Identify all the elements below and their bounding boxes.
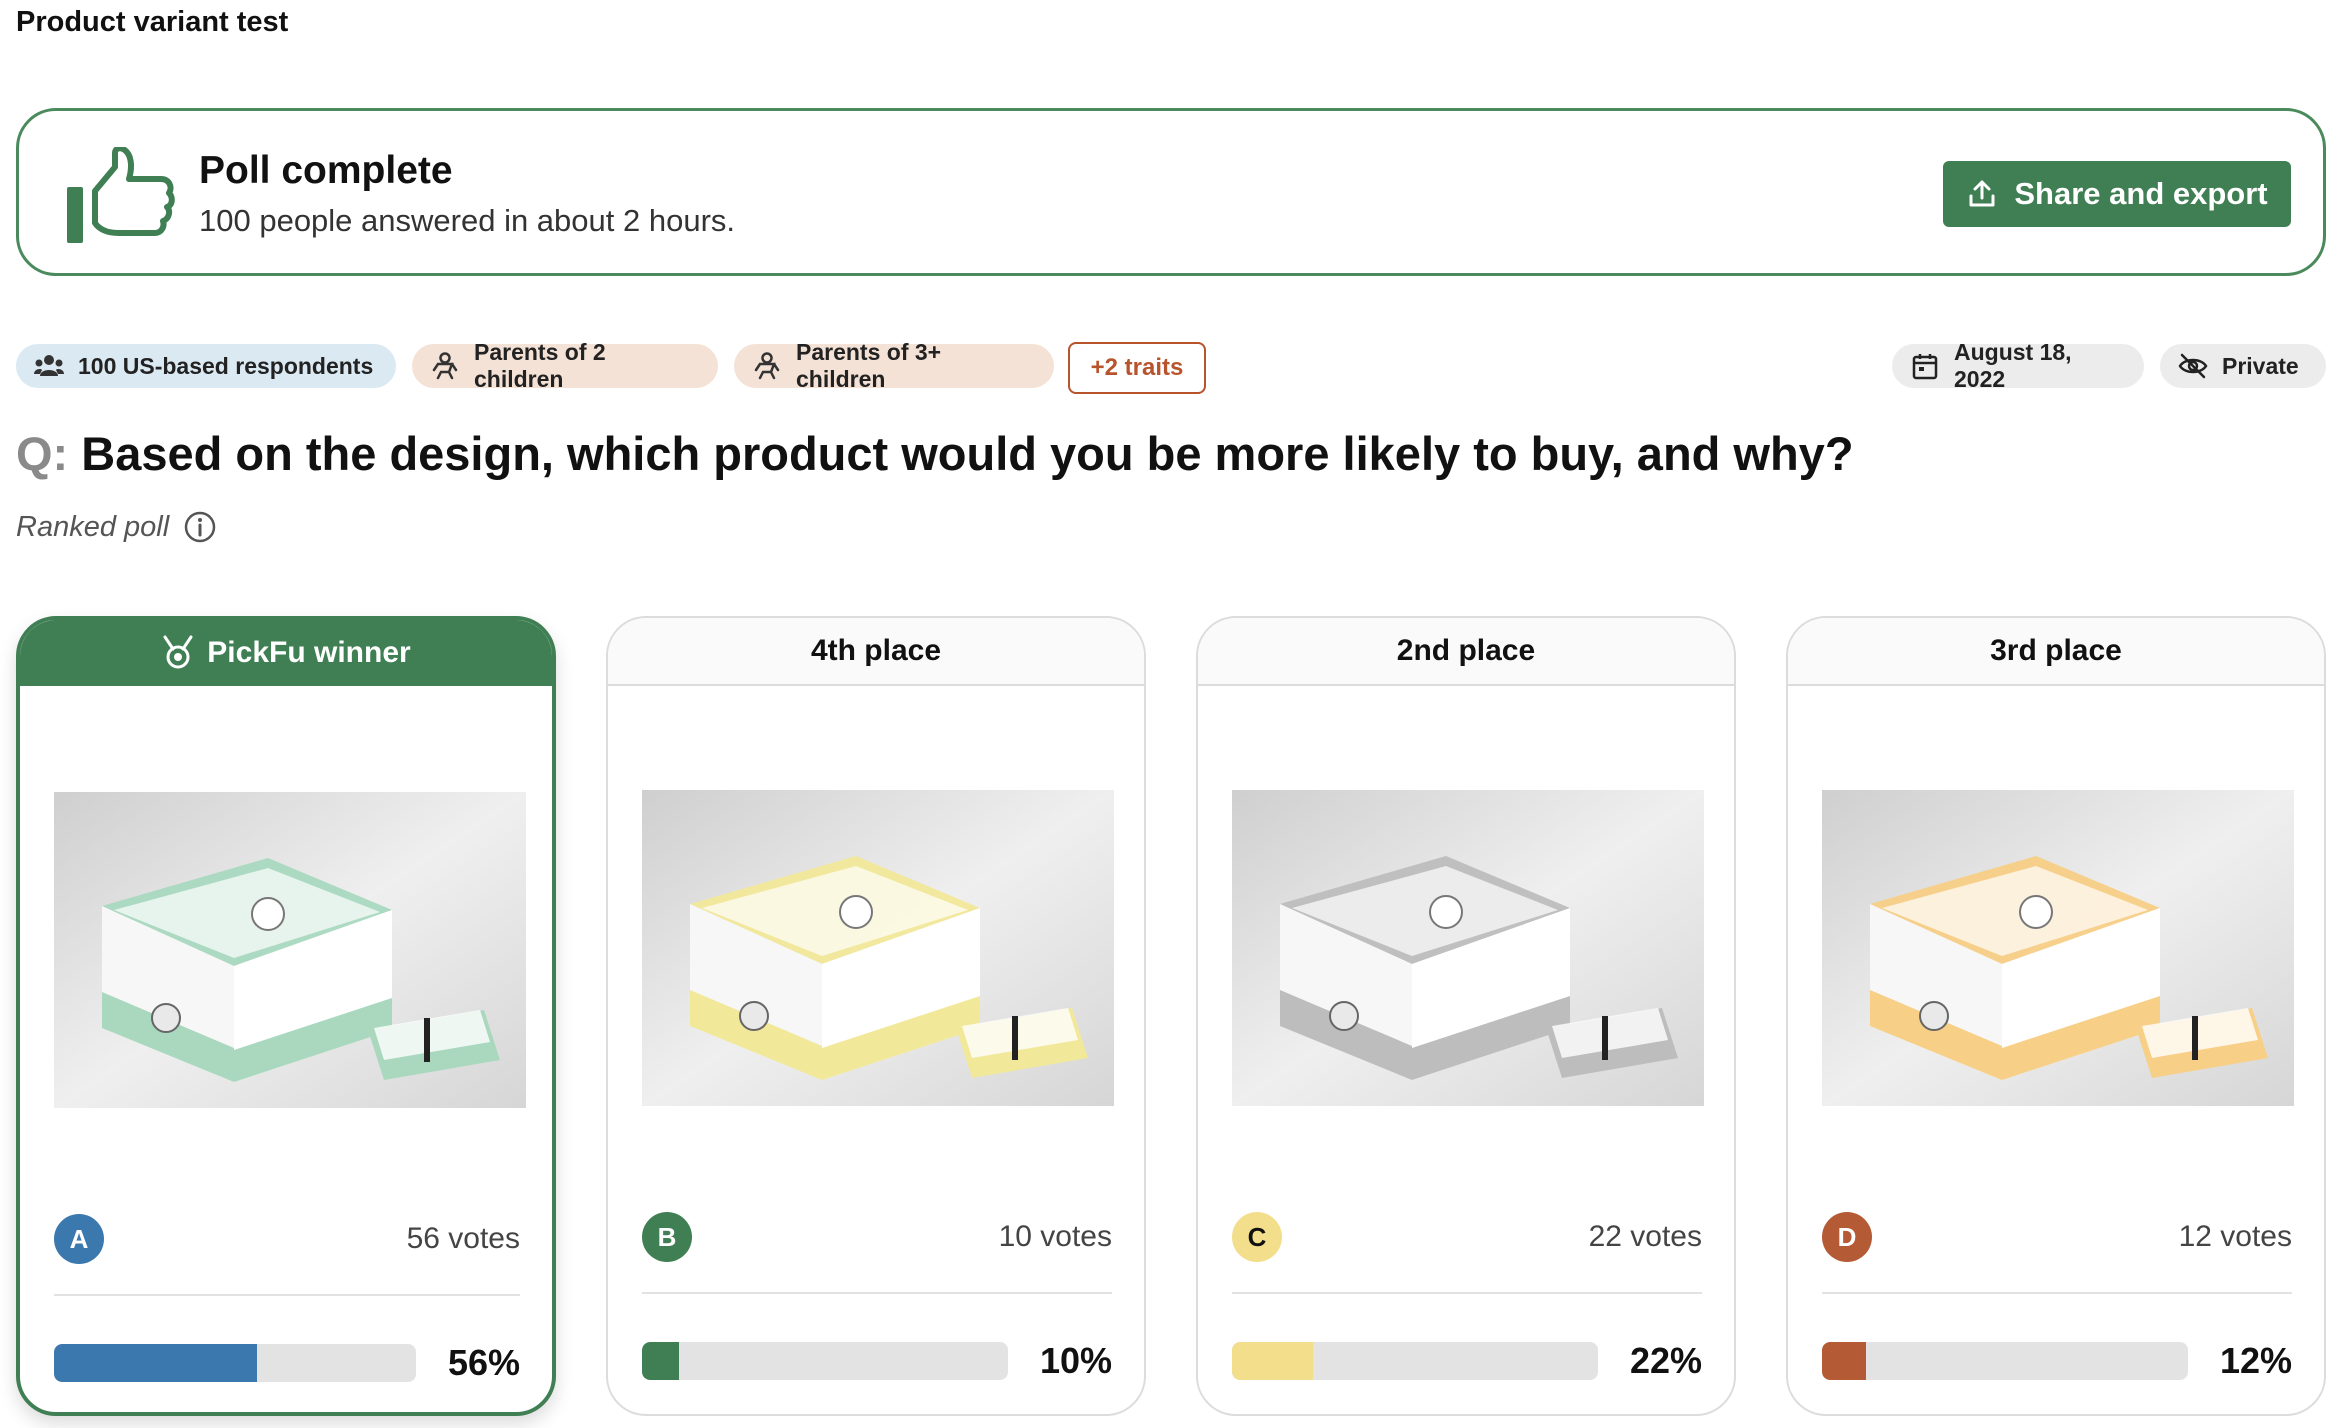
option-meta-row: C 22 votes	[1232, 1212, 1702, 1262]
vote-count: 10 votes	[998, 1220, 1112, 1253]
option-meta-row: B 10 votes	[642, 1212, 1112, 1262]
respondents-chip[interactable]: 100 US-based respondents	[16, 344, 396, 388]
banner-subtitle: 100 people answered in about 2 hours.	[199, 203, 736, 238]
info-icon[interactable]	[183, 510, 217, 544]
place-label: 3rd place	[1990, 634, 2122, 667]
vote-count: 22 votes	[1588, 1220, 1702, 1253]
product-image[interactable]	[642, 790, 1114, 1106]
share-export-label: Share and export	[2014, 176, 2268, 211]
divider	[54, 1294, 520, 1296]
trait-label: Parents of 2 children	[474, 339, 606, 392]
card-place-header: 3rd place	[1788, 618, 2324, 686]
thumbs-up-icon	[67, 147, 175, 243]
option-letter-badge: B	[642, 1212, 692, 1262]
result-bar-row: 10%	[642, 1336, 1112, 1386]
progress-fill	[1822, 1342, 1866, 1380]
option-letter-badge: C	[1232, 1212, 1282, 1262]
progress-track	[642, 1342, 1008, 1380]
result-bar-row: 56%	[54, 1338, 520, 1388]
banner-title: Poll complete	[199, 149, 453, 192]
progress-fill	[54, 1344, 257, 1382]
place-label: 2nd place	[1396, 634, 1536, 667]
progress-fill	[642, 1342, 679, 1380]
progress-track	[1232, 1342, 1598, 1380]
progress-track	[1822, 1342, 2188, 1380]
percent-label: 12%	[2219, 1340, 2292, 1381]
option-meta-row: A 56 votes	[54, 1214, 520, 1264]
product-image[interactable]	[54, 792, 526, 1108]
eye-off-icon	[2178, 353, 2208, 379]
upload-icon	[1969, 180, 1995, 207]
question-text: Based on the design, which product would…	[81, 427, 1854, 480]
trait-chip-2-children[interactable]: Parents of 2 children	[412, 339, 718, 392]
respondents-label: 100 US-based respondents	[78, 352, 374, 379]
percent-label: 22%	[1629, 1340, 1702, 1381]
poll-type: Ranked poll	[16, 510, 217, 544]
card-place-header: 4th place	[608, 618, 1144, 686]
result-bar-row: 22%	[1232, 1336, 1702, 1386]
more-traits-button[interactable]: +2 traits	[1068, 342, 1206, 394]
option-card-c[interactable]: 2nd place C 22 votes 22%	[1196, 616, 1736, 1416]
product-image[interactable]	[1232, 790, 1704, 1106]
question-prefix: Q:	[16, 427, 69, 480]
baby-icon	[432, 352, 458, 380]
option-letter-badge: D	[1822, 1212, 1872, 1262]
vote-count: 12 votes	[2178, 1220, 2292, 1253]
medal-icon	[163, 635, 193, 669]
visibility-label: Private	[2222, 352, 2299, 379]
result-bar-row: 12%	[1822, 1336, 2292, 1386]
percent-label: 10%	[1039, 1340, 1112, 1381]
poll-complete-banner: Poll complete 100 people answered in abo…	[16, 108, 2326, 276]
progress-track	[54, 1344, 416, 1382]
option-meta-row: D 12 votes	[1822, 1212, 2292, 1262]
divider	[1822, 1292, 2292, 1294]
card-place-header: PickFu winner	[20, 620, 552, 686]
product-image[interactable]	[1822, 790, 2294, 1106]
date-chip: August 18, 2022	[1892, 339, 2144, 392]
card-place-header: 2nd place	[1198, 618, 1734, 686]
question-heading: Q: Based on the design, which product wo…	[16, 426, 1854, 481]
trait-label: Parents of 3+ children	[796, 339, 942, 392]
calendar-icon	[1912, 354, 1938, 380]
place-label: 4th place	[810, 634, 942, 667]
option-card-b[interactable]: 4th place B 10 votes 10%	[606, 616, 1146, 1416]
baby-icon	[754, 352, 780, 380]
trait-chip-3plus-children[interactable]: Parents of 3+ children	[734, 339, 1054, 392]
share-export-button[interactable]: Share and export	[1943, 161, 2291, 227]
vote-count: 56 votes	[406, 1222, 520, 1255]
option-letter-badge: A	[54, 1214, 104, 1264]
place-label: PickFu winner	[207, 636, 411, 669]
people-icon	[34, 355, 64, 376]
progress-fill	[1232, 1342, 1313, 1380]
divider	[642, 1292, 1112, 1294]
option-card-d[interactable]: 3rd place D 12 votes 12%	[1786, 616, 2326, 1416]
page-title: Product variant test	[16, 6, 289, 38]
percent-label: 56%	[447, 1342, 520, 1383]
option-card-a[interactable]: PickFu winner A 56 votes 56%	[16, 616, 556, 1416]
visibility-chip[interactable]: Private	[2160, 344, 2326, 388]
date-label: August 18, 2022	[1954, 339, 2072, 392]
divider	[1232, 1292, 1702, 1294]
poll-type-label: Ranked poll	[16, 510, 170, 543]
